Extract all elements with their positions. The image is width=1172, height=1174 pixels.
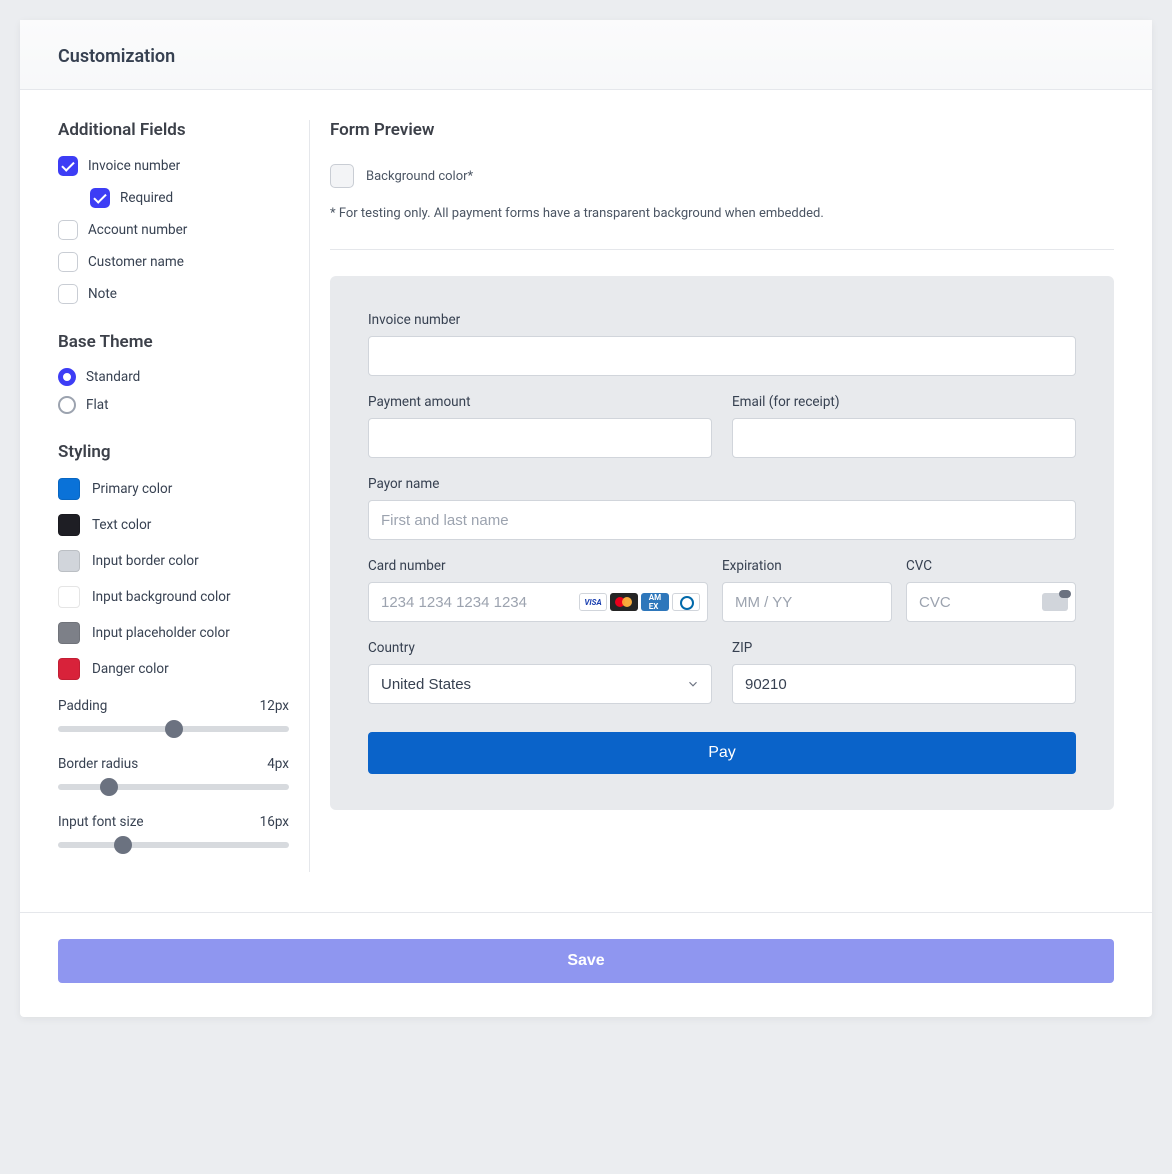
swatch-icon[interactable] xyxy=(58,478,80,500)
slider-label: Border radius xyxy=(58,756,138,772)
diners-icon xyxy=(672,593,700,611)
color-primary[interactable]: Primary color xyxy=(58,478,289,500)
card-number-label: Card number xyxy=(368,558,708,574)
color-danger[interactable]: Danger color xyxy=(58,658,289,680)
swatch-icon[interactable] xyxy=(330,164,354,188)
invoice-number-input[interactable] xyxy=(368,336,1076,376)
swatch-icon[interactable] xyxy=(58,622,80,644)
swatch-icon[interactable] xyxy=(58,658,80,680)
card-brand-icons: VISA AMEX xyxy=(579,593,700,611)
checkbox-icon[interactable] xyxy=(58,252,78,272)
expiration-input[interactable] xyxy=(722,582,892,622)
slider-thumb[interactable] xyxy=(165,720,183,738)
cvc-card-icon xyxy=(1042,593,1068,611)
slider-value: 4px xyxy=(267,756,289,772)
additional-fields-title: Additional Fields xyxy=(58,120,289,140)
checkbox-icon[interactable] xyxy=(58,220,78,240)
email-input[interactable] xyxy=(732,418,1076,458)
checkbox-label: Note xyxy=(88,286,117,302)
theme-flat[interactable]: Flat xyxy=(58,396,289,414)
styling-title: Styling xyxy=(58,442,289,462)
slider-label: Input font size xyxy=(58,814,144,830)
field-required[interactable]: Required xyxy=(90,188,289,208)
swatch-label: Input background color xyxy=(92,589,231,605)
checkbox-icon[interactable] xyxy=(58,284,78,304)
pay-button[interactable]: Pay xyxy=(368,732,1076,774)
customization-panel: Customization Additional Fields Invoice … xyxy=(20,20,1152,1017)
save-button[interactable]: Save xyxy=(58,939,1114,983)
mastercard-icon xyxy=(610,593,638,611)
payment-amount-label: Payment amount xyxy=(368,394,712,410)
payment-form-preview: Invoice number Payment amount Email (for… xyxy=(330,276,1114,810)
field-customer-name[interactable]: Customer name xyxy=(58,252,289,272)
color-input-bg[interactable]: Input background color xyxy=(58,586,289,608)
color-text[interactable]: Text color xyxy=(58,514,289,536)
radio-icon[interactable] xyxy=(58,396,76,414)
bg-color-note: * For testing only. All payment forms ha… xyxy=(330,206,1114,250)
zip-input[interactable] xyxy=(732,664,1076,704)
radio-label: Standard xyxy=(86,369,140,385)
swatch-label: Primary color xyxy=(92,481,172,497)
swatch-icon[interactable] xyxy=(58,514,80,536)
slider-track[interactable] xyxy=(58,784,289,790)
slider-border-radius: Border radius 4px xyxy=(58,756,289,790)
field-account-number[interactable]: Account number xyxy=(58,220,289,240)
color-input-placeholder[interactable]: Input placeholder color xyxy=(58,622,289,644)
radio-label: Flat xyxy=(86,397,109,413)
amex-icon: AMEX xyxy=(641,593,669,611)
slider-thumb[interactable] xyxy=(100,778,118,796)
form-preview-title: Form Preview xyxy=(330,120,1114,140)
radio-icon[interactable] xyxy=(58,368,76,386)
swatch-icon[interactable] xyxy=(58,586,80,608)
slider-label: Padding xyxy=(58,698,107,714)
country-select[interactable] xyxy=(368,664,712,704)
swatch-label: Danger color xyxy=(92,661,169,677)
checkbox-label: Customer name xyxy=(88,254,184,270)
panel-footer: Save xyxy=(20,912,1152,1017)
background-color-picker[interactable]: Background color* xyxy=(330,164,1114,188)
checkbox-label: Invoice number xyxy=(88,158,180,174)
checkbox-icon[interactable] xyxy=(90,188,110,208)
checkbox-label: Required xyxy=(120,190,173,206)
slider-value: 12px xyxy=(260,698,289,714)
swatch-label: Input border color xyxy=(92,553,199,569)
checkbox-label: Account number xyxy=(88,222,187,238)
email-label: Email (for receipt) xyxy=(732,394,1076,410)
zip-label: ZIP xyxy=(732,640,1076,656)
visa-icon: VISA xyxy=(579,593,607,611)
swatch-label: Text color xyxy=(92,517,151,533)
slider-padding: Padding 12px xyxy=(58,698,289,732)
panel-header: Customization xyxy=(20,20,1152,90)
swatch-icon[interactable] xyxy=(58,550,80,572)
payment-amount-input[interactable] xyxy=(368,418,712,458)
checkbox-icon[interactable] xyxy=(58,156,78,176)
theme-standard[interactable]: Standard xyxy=(58,368,289,386)
payor-name-input[interactable] xyxy=(368,500,1076,540)
bg-color-label: Background color* xyxy=(366,169,473,184)
field-note[interactable]: Note xyxy=(58,284,289,304)
slider-track[interactable] xyxy=(58,842,289,848)
slider-track[interactable] xyxy=(58,726,289,732)
panel-title: Customization xyxy=(58,46,1114,67)
cvc-label: CVC xyxy=(906,558,1076,574)
base-theme-title: Base Theme xyxy=(58,332,289,352)
sidebar: Additional Fields Invoice number Require… xyxy=(58,120,310,872)
field-invoice-number[interactable]: Invoice number xyxy=(58,156,289,176)
color-input-border[interactable]: Input border color xyxy=(58,550,289,572)
main-content: Form Preview Background color* * For tes… xyxy=(310,120,1114,872)
slider-thumb[interactable] xyxy=(114,836,132,854)
swatch-label: Input placeholder color xyxy=(92,625,230,641)
country-label: Country xyxy=(368,640,712,656)
expiration-label: Expiration xyxy=(722,558,892,574)
slider-value: 16px xyxy=(260,814,289,830)
invoice-number-label: Invoice number xyxy=(368,312,1076,328)
slider-font-size: Input font size 16px xyxy=(58,814,289,848)
payor-name-label: Payor name xyxy=(368,476,1076,492)
